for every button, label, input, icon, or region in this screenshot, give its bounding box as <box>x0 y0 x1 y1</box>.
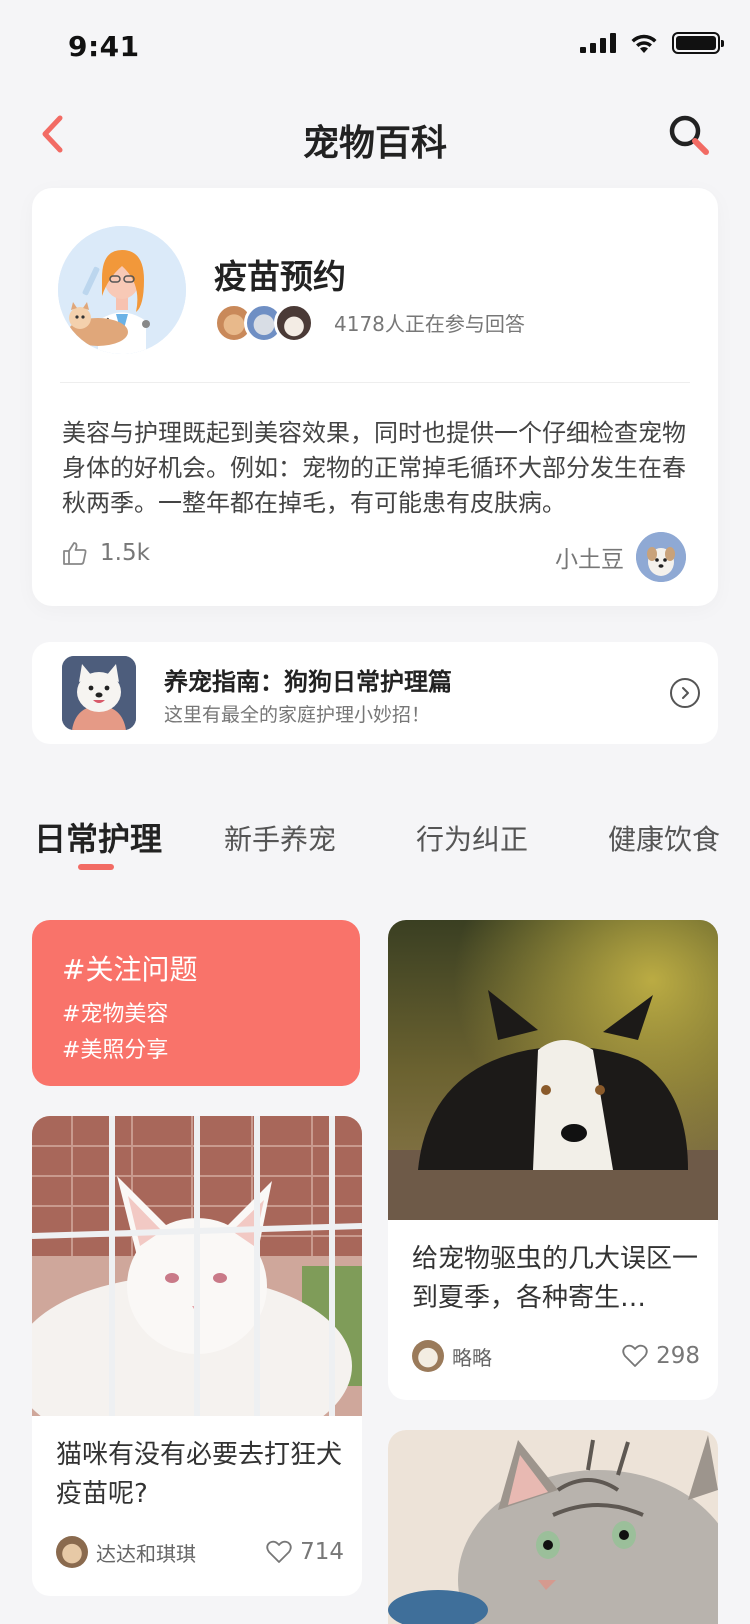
featured-body: 美容与护理既起到美容效果，同时也提供一个仔细检查宠物身体的好机会。例如：宠物的正… <box>62 419 686 517</box>
navigation-bar: 宠物百科 <box>0 96 750 186</box>
vet-illustration <box>58 226 186 354</box>
like-count: 1.5k <box>100 540 150 566</box>
post-like-button[interactable]: 714 <box>266 1539 344 1565</box>
featured-title: 疫苗预约 <box>214 257 346 296</box>
post-image-cat <box>32 1116 362 1416</box>
post-card[interactable]: 猫咪有没有必要去打狂犬疫苗呢? 达达和琪琪 714 <box>32 1116 362 1596</box>
post-author-avatar <box>412 1340 444 1372</box>
chevron-right-icon[interactable] <box>670 678 700 708</box>
post-card[interactable] <box>388 1430 718 1624</box>
search-button[interactable] <box>666 112 714 160</box>
tab-new-owner[interactable]: 新手养宠 <box>224 818 336 858</box>
status-icons <box>580 32 724 54</box>
heart-icon <box>266 1540 292 1563</box>
thumbs-up-icon <box>63 542 87 565</box>
post-author: 达达和琪琪 <box>96 1541 196 1566</box>
topic-item[interactable]: #美照分享 <box>62 1032 168 1064</box>
participant-count: 4178人正在参与回答 <box>334 312 525 336</box>
participant-avatars <box>214 303 314 343</box>
guide-thumbnail <box>62 656 136 730</box>
cellular-signal-icon <box>580 33 616 53</box>
post-author: 略略 <box>452 1345 492 1370</box>
tab-behavior[interactable]: 行为纠正 <box>416 818 528 858</box>
topic-card[interactable]: #关注问题 #宠物美容 #美照分享 <box>32 920 360 1086</box>
guide-title: 养宠指南：狗狗日常护理篇 <box>164 668 452 696</box>
topic-item[interactable]: #宠物美容 <box>62 996 168 1028</box>
post-image-dog <box>388 920 718 1220</box>
post-like-button[interactable]: 298 <box>622 1343 700 1369</box>
guide-card[interactable]: 养宠指南：狗狗日常护理篇 这里有最全的家庭护理小妙招！ <box>32 642 718 744</box>
battery-icon <box>672 32 724 54</box>
status-bar: 9:41 <box>0 0 750 96</box>
like-button[interactable]: 1.5k <box>62 540 150 566</box>
guide-subtitle: 这里有最全的家庭护理小妙招！ <box>164 704 431 726</box>
status-time: 9:41 <box>68 30 140 63</box>
tab-daily-care[interactable]: 日常护理 <box>34 814 162 860</box>
post-image-tabby-cat <box>388 1430 718 1624</box>
author-info[interactable]: 小土豆 <box>555 532 686 582</box>
post-like-count: 714 <box>300 1539 344 1565</box>
featured-card[interactable]: 疫苗预约 4178人正在参与回答 美容与护理既起到美容效果，同时也提供一个仔细检… <box>32 188 718 606</box>
page-title: 宠物百科 <box>302 123 447 164</box>
tab-healthy-diet[interactable]: 健康饮食 <box>608 818 720 858</box>
post-meta: 略略 298 <box>412 1340 700 1372</box>
post-card[interactable]: 给宠物驱虫的几大误区一到夏季，各种寄生… 略略 298 <box>388 920 718 1400</box>
post-meta: 达达和琪琪 714 <box>56 1536 344 1568</box>
post-title: 给宠物驱虫的几大误区一到夏季，各种寄生… <box>412 1244 699 1313</box>
post-title: 猫咪有没有必要去打狂犬疫苗呢? <box>56 1440 343 1509</box>
topic-main[interactable]: #关注问题 <box>62 948 197 988</box>
heart-icon <box>622 1344 648 1367</box>
post-author-avatar <box>56 1536 88 1568</box>
post-like-count: 298 <box>656 1343 700 1369</box>
author-name: 小土豆 <box>555 547 624 573</box>
author-avatar <box>636 532 686 582</box>
participant-avatar <box>274 303 314 343</box>
category-tabs: 日常护理 新手养宠 行为纠正 健康饮食 <box>0 800 750 870</box>
active-tab-indicator <box>78 864 114 870</box>
wifi-icon <box>631 34 657 53</box>
search-icon <box>669 115 709 155</box>
divider <box>60 382 690 383</box>
